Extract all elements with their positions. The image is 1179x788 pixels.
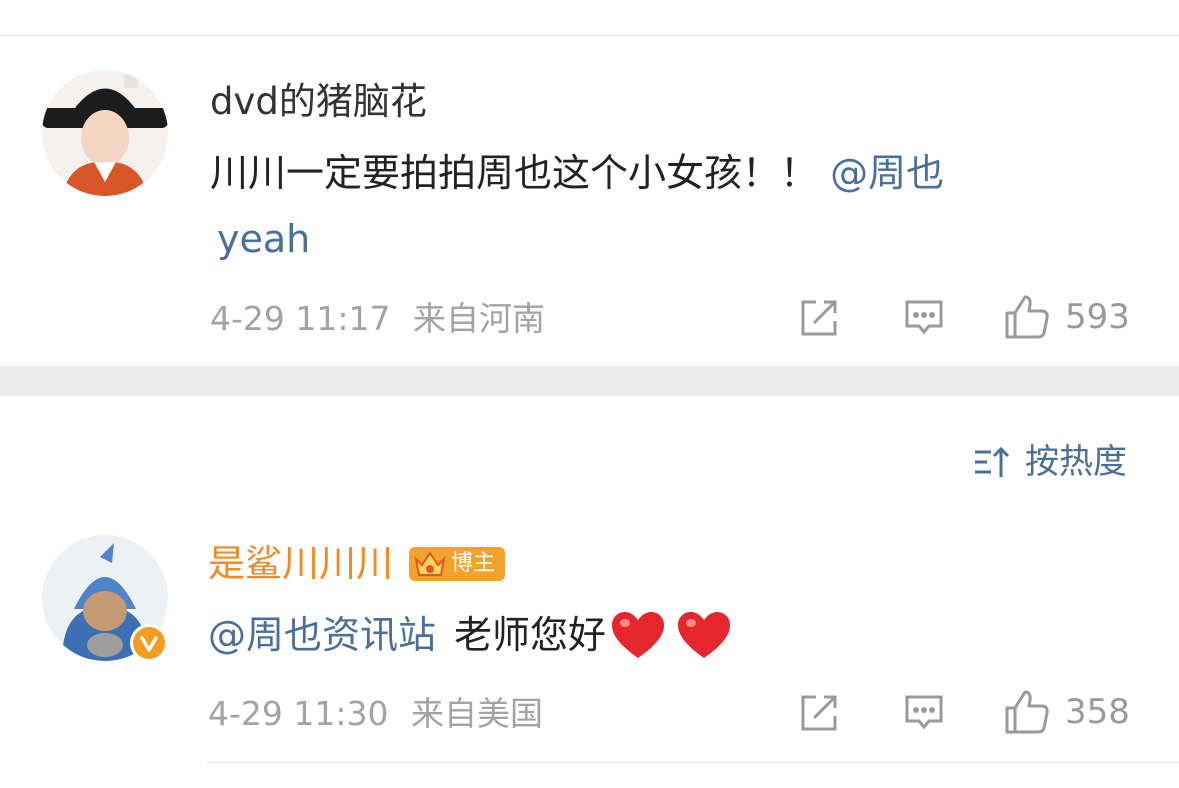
like-count: 593	[1065, 297, 1130, 337]
comment-button[interactable]	[902, 691, 946, 735]
heart-icon	[612, 612, 665, 658]
comment-body: 老师您好	[454, 613, 607, 657]
like-button[interactable]: 593	[1003, 293, 1130, 341]
location: 来自美国	[411, 694, 543, 733]
like-icon	[1005, 690, 1049, 734]
mention-link[interactable]: @周也	[830, 151, 944, 195]
share-icon	[801, 695, 837, 731]
timestamp: 4-29 11:17	[210, 299, 391, 338]
author-badge: 博主	[409, 547, 506, 581]
section-separator	[0, 366, 1179, 396]
username[interactable]: 是鲨川川川	[208, 542, 393, 586]
crown-icon	[414, 551, 446, 576]
verified-icon	[133, 627, 165, 659]
sort-label: 按热度	[1025, 442, 1127, 482]
mention-link[interactable]: @周也资讯站	[208, 612, 436, 658]
timestamp: 4-29 11:30	[208, 694, 389, 733]
heart-icon	[678, 612, 731, 658]
author-name-row: 是鲨川川川 博主	[208, 542, 506, 586]
comment-button[interactable]	[902, 296, 946, 340]
bottom-divider	[207, 762, 1179, 763]
comment-icon	[905, 695, 943, 730]
like-button[interactable]: 358	[1003, 688, 1130, 736]
share-icon	[801, 300, 837, 336]
like-icon	[1005, 295, 1049, 339]
username[interactable]: dvd的猪脑花	[210, 80, 427, 124]
sort-by-hot-button[interactable]: 按热度	[973, 441, 1127, 483]
comment-text: 川川一定要拍拍周也这个小女孩！！ @周也	[210, 150, 944, 196]
top-divider	[0, 35, 1179, 36]
share-button[interactable]	[797, 296, 841, 340]
like-count: 358	[1065, 692, 1130, 732]
location: 来自河南	[413, 299, 545, 338]
comment-body: 川川一定要拍拍周也这个小女孩！！	[210, 151, 819, 195]
share-button[interactable]	[797, 691, 841, 735]
mention-link-continued[interactable]: yeah	[217, 216, 310, 262]
comment-icon	[905, 300, 943, 335]
badge-label: 博主	[451, 551, 496, 576]
comment-meta: 4-29 11:17 来自河南	[210, 299, 545, 339]
sort-icon	[975, 446, 1010, 477]
comment-meta: 4-29 11:30 来自美国	[208, 694, 543, 734]
comment-text: @周也资讯站 老师您好	[208, 610, 732, 660]
verified-badge	[130, 624, 168, 662]
user-avatar[interactable]	[42, 70, 168, 196]
